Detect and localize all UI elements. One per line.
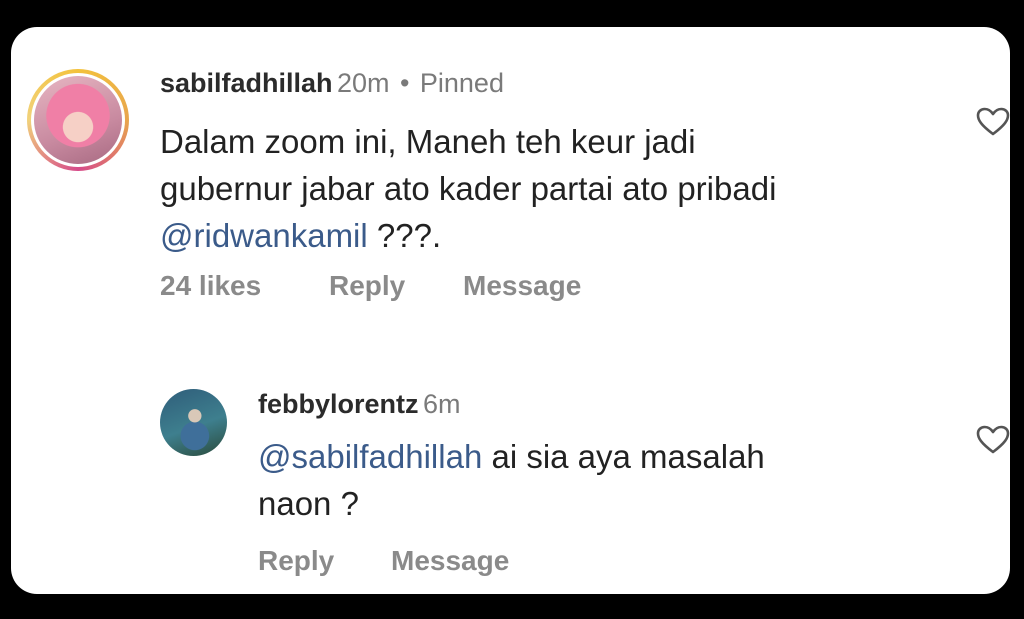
reply-mention-link[interactable]: @sabilfadhillah (258, 438, 482, 475)
meta-separator: • (399, 68, 410, 98)
reply-header: febbylorentz 6m (258, 389, 460, 420)
reply-text-suffix: ai sia aya masalah (482, 438, 765, 475)
comment-card: sabilfadhillah 20m • Pinned Dalam zoom i… (11, 27, 1010, 594)
reply-button[interactable]: Reply (329, 270, 405, 302)
reply-time: 6m (422, 389, 461, 419)
reply-text-line-1: @sabilfadhillah ai sia aya masalah (258, 433, 765, 480)
heart-outline-icon[interactable] (976, 425, 1010, 455)
reply-username[interactable]: febbylorentz (258, 389, 419, 419)
reply-reply-button[interactable]: Reply (258, 545, 334, 577)
heart-outline-icon[interactable] (976, 107, 1010, 137)
pinned-label: Pinned (419, 68, 504, 98)
comment-text-line-1: Dalam zoom ini, Maneh teh keur jadi (160, 123, 696, 160)
comment-text-line-2: gubernur jabar ato kader partai ato prib… (160, 170, 777, 207)
avatar-febbylorentz[interactable] (160, 389, 227, 456)
comment-header: sabilfadhillah 20m • Pinned (160, 68, 504, 99)
message-button[interactable]: Message (463, 270, 581, 302)
reply-message-button[interactable]: Message (391, 545, 509, 577)
comment-text-line-3: @ridwankamil ???. (160, 212, 441, 259)
profile-photo (34, 76, 122, 164)
comment-username[interactable]: sabilfadhillah (160, 68, 333, 98)
comment-time: 20m (337, 68, 390, 98)
reply-text-line-2: naon ? (258, 485, 359, 522)
comment-text-suffix: ???. (367, 217, 442, 254)
avatar-sabilfadhillah[interactable] (27, 69, 129, 171)
mention-link[interactable]: @ridwankamil (160, 217, 368, 254)
likes-count[interactable]: 24 likes (160, 270, 261, 302)
